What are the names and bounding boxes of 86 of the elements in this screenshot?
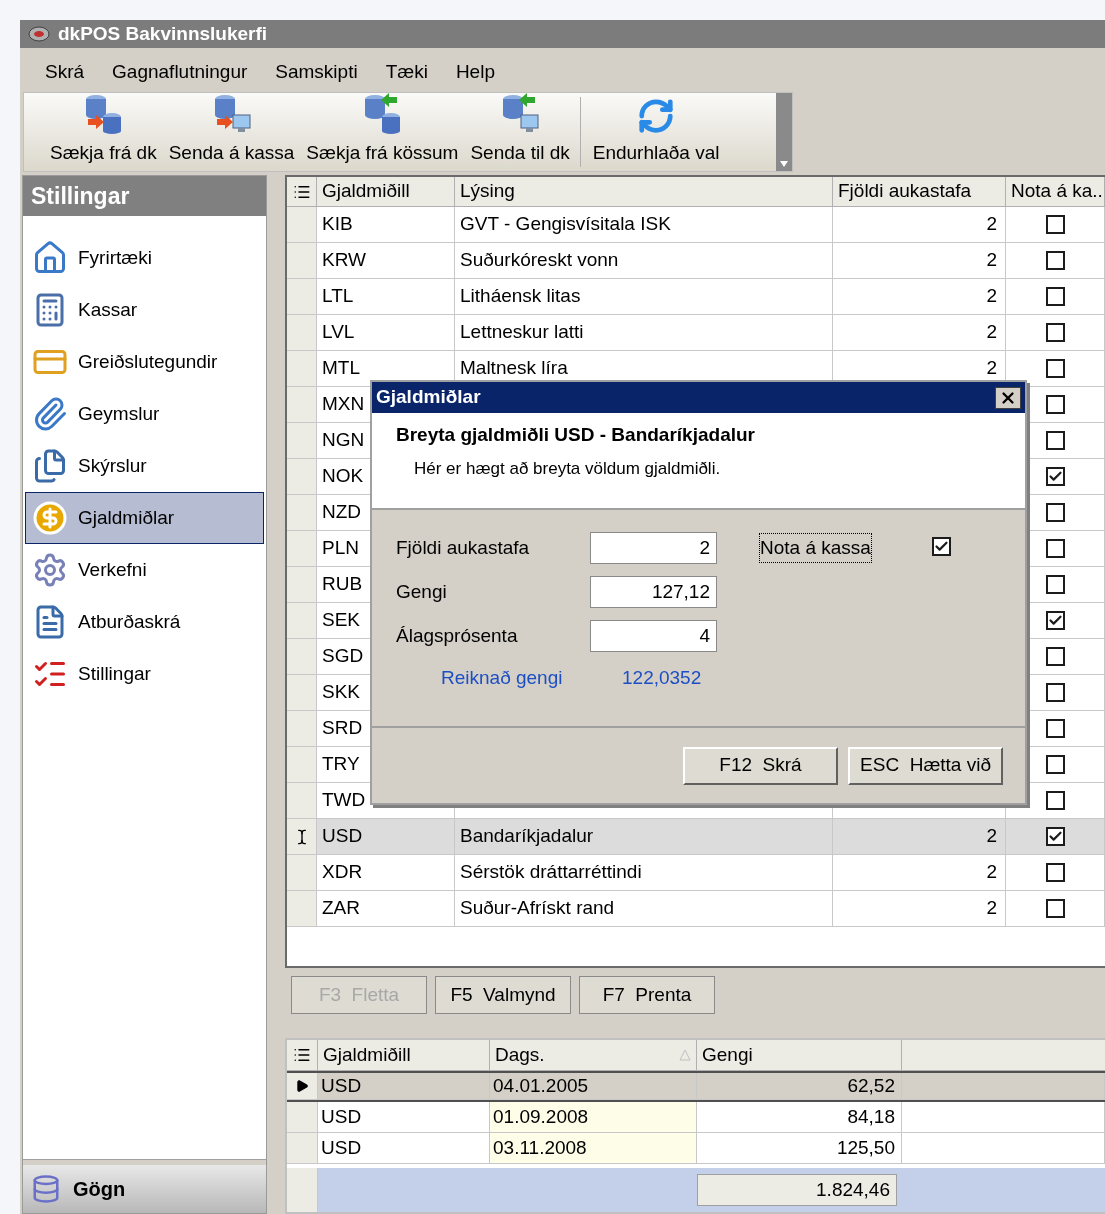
- toolbar-button[interactable]: Senda á kassa: [162, 92, 301, 167]
- total-cell: 1.824,46: [697, 1174, 897, 1206]
- table-cell: 04.01.2005: [490, 1073, 697, 1100]
- house-icon: [32, 240, 68, 276]
- checkbox[interactable]: [1045, 647, 1065, 666]
- database-icon: [31, 1174, 61, 1204]
- checkbox[interactable]: [1045, 575, 1065, 594]
- table-cell: USD: [318, 1073, 490, 1100]
- refresh-icon: [637, 96, 676, 135]
- sort-icon: [679, 1049, 691, 1061]
- paperclip-icon: [32, 396, 68, 432]
- checkbox[interactable]: [1045, 755, 1065, 774]
- checkbox[interactable]: [1045, 251, 1065, 270]
- table-row[interactable]: LVL Lettneskur latti 2: [287, 315, 1105, 351]
- close-button[interactable]: [995, 386, 1021, 409]
- checkbox[interactable]: [1045, 359, 1065, 378]
- computed-rate-value: 122,0352: [622, 666, 702, 690]
- checkbox[interactable]: [1045, 863, 1065, 882]
- input-field[interactable]: 2: [590, 532, 717, 564]
- field-label: Gengi: [396, 579, 448, 604]
- table-row[interactable]: ZAR Suður-Afrískt rand 2: [287, 891, 1105, 927]
- toolbar-button[interactable]: Sækja frá dk: [44, 92, 163, 167]
- row-pointer-icon: [295, 1079, 309, 1093]
- dialog-button[interactable]: F12 Skrá: [683, 746, 838, 785]
- checkbox[interactable]: [1045, 899, 1065, 918]
- menu-item[interactable]: Help: [455, 57, 495, 87]
- menu-item[interactable]: Tæki: [385, 57, 428, 87]
- checkbox[interactable]: [1045, 827, 1065, 846]
- sidebar-item[interactable]: Fyrirtæki: [25, 232, 264, 284]
- sidebar-item[interactable]: Greiðslutegundir: [25, 336, 264, 388]
- documents-icon: [32, 448, 68, 484]
- dialog-button[interactable]: ESC Hætta við: [848, 746, 1003, 785]
- checkbox[interactable]: [1045, 395, 1065, 414]
- input-field[interactable]: 127,12: [590, 576, 717, 608]
- table-cell: 01.09.2008: [490, 1102, 697, 1133]
- table-row[interactable]: USD 01.09.2008 84,18: [287, 1102, 1105, 1133]
- sidebar-item[interactable]: Kassar: [25, 284, 264, 336]
- sidebar-item[interactable]: Atburðaskrá: [25, 596, 264, 648]
- action-button[interactable]: F5 Valmynd: [435, 976, 571, 1014]
- sidebar-item[interactable]: Geymslur: [25, 388, 264, 440]
- sidebar-item[interactable]: Skýrslur: [25, 440, 264, 492]
- sidebar-footer-button[interactable]: Gögn: [23, 1165, 266, 1213]
- table-cell: ZAR: [317, 891, 455, 927]
- input-field[interactable]: 4: [590, 620, 717, 652]
- table-row[interactable]: KRW Suðurkóreskt vonn 2: [287, 243, 1105, 279]
- table-cell: Suður-Afrískt rand: [455, 891, 833, 927]
- table-cell: 2: [833, 891, 1006, 927]
- toolbar-button[interactable]: Sækja frá kössum: [300, 92, 465, 167]
- sidebar-item[interactable]: Gjaldmiðlar: [25, 492, 264, 544]
- checkbox-label[interactable]: Nota á kassa: [759, 532, 872, 564]
- checkbox[interactable]: [1045, 215, 1065, 234]
- checkbox[interactable]: [1045, 791, 1065, 810]
- dollar-coin-icon: [32, 500, 68, 536]
- gear-icon: [32, 552, 68, 588]
- checkbox[interactable]: [1045, 611, 1065, 630]
- column-chooser-icon[interactable]: [293, 1046, 311, 1064]
- toolbar-button[interactable]: Endurhlaða val: [586, 96, 726, 167]
- table-cell: 03.11.2008: [490, 1133, 697, 1164]
- menu-item[interactable]: Gagnaflutningur: [112, 57, 248, 87]
- table-row[interactable]: USD 03.11.2008 125,50: [287, 1133, 1105, 1164]
- caret-icon: [780, 161, 788, 167]
- checkbox[interactable]: [1045, 539, 1065, 558]
- checkbox[interactable]: [1045, 467, 1065, 486]
- sidebar-title: Stillingar: [31, 181, 130, 211]
- window-title: dkPOS Bakvinnslukerfi: [58, 21, 268, 46]
- toolbar-button[interactable]: Senda til dk: [464, 92, 576, 167]
- sidebar-item[interactable]: Verkefni: [25, 544, 264, 596]
- action-button[interactable]: F7 Prenta: [579, 976, 715, 1014]
- table-cell: 62,52: [697, 1073, 902, 1100]
- table-row[interactable]: USD Bandaríkjadalur 2: [287, 819, 1105, 855]
- table-row[interactable]: LTL Litháensk litas 2: [287, 279, 1105, 315]
- checkbox[interactable]: [1045, 431, 1065, 450]
- table-row[interactable]: USD 04.01.2005 62,52: [287, 1071, 1105, 1102]
- sidebar-item[interactable]: Stillingar: [25, 648, 264, 700]
- menu-item[interactable]: Samskipti: [275, 57, 358, 87]
- menu-item[interactable]: Skrá: [45, 57, 85, 87]
- checkbox[interactable]: [1045, 683, 1065, 702]
- checkbox[interactable]: [1045, 719, 1065, 738]
- checkbox[interactable]: [1045, 323, 1065, 342]
- table-row[interactable]: KIB GVT - Gengisvísitala ISK 2: [287, 207, 1105, 243]
- table-row[interactable]: XDR Sérstök dráttarréttindi 2: [287, 855, 1105, 891]
- checkbox[interactable]: [1045, 503, 1065, 522]
- checkbox[interactable]: [1045, 287, 1065, 306]
- checkbox[interactable]: [931, 536, 951, 556]
- app-logo-icon: [28, 26, 50, 42]
- table-cell: 125,50: [697, 1133, 902, 1164]
